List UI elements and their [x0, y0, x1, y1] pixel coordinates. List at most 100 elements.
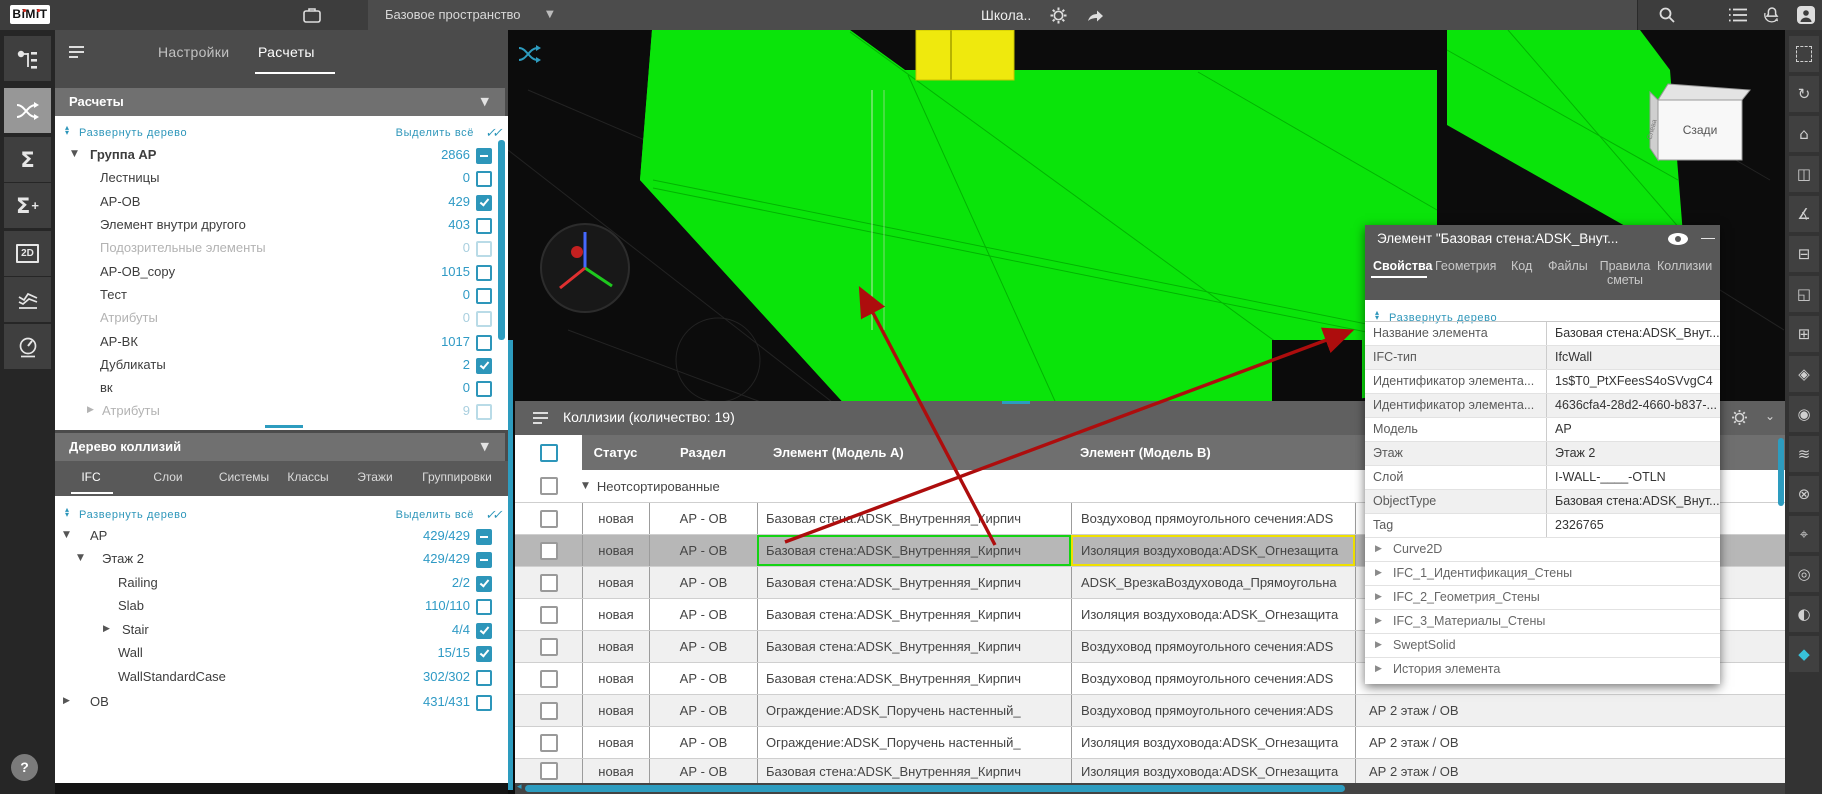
row-checkbox[interactable] [540, 638, 558, 656]
tree-item-checkbox[interactable] [476, 646, 492, 662]
prop-group-row[interactable]: ▶IFC_2_Геометрия_Стены [1365, 586, 1720, 610]
tree-item-label[interactable]: АР [90, 528, 107, 543]
2d-view-tool[interactable]: 2D [4, 231, 51, 276]
tree-item-label[interactable]: WallStandardCase [118, 669, 226, 684]
expand-arrow[interactable]: ▶ [63, 696, 70, 706]
prop-value[interactable]: 4636cfa4-28d2-4660-b837-... [1547, 394, 1720, 417]
horizontal-scrollbar[interactable] [265, 425, 303, 428]
chevron-down-icon[interactable]: ▼ [481, 88, 489, 116]
tab-collisions[interactable]: Коллизии [1657, 259, 1712, 273]
column-header-status[interactable]: Статус [582, 435, 649, 470]
share-icon[interactable] [1086, 7, 1104, 23]
prop-value[interactable]: Базовая стена:ADSK_Внут... [1547, 490, 1720, 513]
sphere-view-tool[interactable]: ◉ [1789, 396, 1819, 432]
tree-item-checkbox[interactable] [476, 552, 492, 568]
tree-item-checkbox[interactable] [476, 529, 492, 545]
expand-tree-icon[interactable]: ▴▾ [1375, 310, 1380, 320]
prop-value[interactable]: АР [1547, 418, 1720, 441]
expand-arrow[interactable]: ▶ [103, 624, 110, 634]
table-row[interactable]: новаяАР - ОВОграждение:ADSK_Поручень нас… [515, 695, 1785, 727]
prop-group-row[interactable]: ▶Curve2D [1365, 538, 1720, 562]
tree-item-label[interactable]: Дубликаты [100, 357, 166, 372]
grid-view-tool[interactable]: ⊞ [1789, 316, 1819, 352]
row-checkbox[interactable] [540, 734, 558, 752]
prop-group-row[interactable]: ▶IFC_3_Материалы_Стены [1365, 610, 1720, 634]
split-view-tool[interactable]: ◫ [1789, 156, 1819, 192]
diamond-tool[interactable]: ◈ [1789, 356, 1819, 392]
project-name[interactable]: Школа.. [981, 0, 1031, 30]
tree-item-checkbox[interactable] [476, 241, 492, 257]
tree-item-label[interactable]: Подозрительные элементы [100, 240, 266, 255]
tab-systems[interactable]: Системы [219, 470, 269, 484]
tree-item-label[interactable]: вк [100, 380, 113, 395]
row-checkbox[interactable] [540, 542, 558, 560]
tab-estimate-rules[interactable]: Правила сметы [1597, 259, 1653, 287]
select-all-link[interactable]: Выделить всё [396, 127, 474, 139]
horizontal-scrollbar-thumb[interactable] [525, 785, 1345, 792]
vertical-scrollbar[interactable] [498, 140, 505, 340]
column-header-section[interactable]: Раздел [649, 435, 757, 470]
expand-tree-link[interactable]: Развернуть дерево [79, 509, 187, 521]
select-all-link[interactable]: Выделить всё [396, 509, 474, 521]
tab-settings[interactable]: Настройки [158, 44, 229, 60]
table-settings-gear-icon[interactable] [1731, 409, 1748, 426]
contrast-tool[interactable]: ◐ [1789, 596, 1819, 632]
tree-item-label[interactable]: Лестницы [100, 170, 159, 185]
table-row[interactable]: новаяАР - ОВОграждение:ADSK_Поручень нас… [515, 727, 1785, 759]
model-cube-tool-active[interactable]: ◆ [1789, 636, 1819, 672]
tree-item-label[interactable]: ОВ [90, 694, 109, 709]
notifications-icon[interactable] [1762, 5, 1782, 25]
tree-item-checkbox[interactable] [476, 218, 492, 234]
collision-shuffle-icon[interactable] [517, 43, 543, 65]
collapse-arrow[interactable]: ▼ [71, 149, 78, 159]
expand-tree-icon[interactable]: ▴▾ [65, 507, 70, 517]
tree-item-label[interactable]: AP-OB_copy [100, 264, 175, 279]
user-profile-icon[interactable] [1796, 5, 1816, 25]
expand-tree-icon[interactable]: ▴▾ [65, 125, 70, 135]
panel-menu-icon[interactable] [69, 46, 84, 58]
briefcase-icon[interactable] [302, 6, 322, 24]
prop-value[interactable]: IfcWall [1547, 346, 1720, 369]
crop-view-tool[interactable]: ◱ [1789, 276, 1819, 312]
tree-item-checkbox[interactable] [476, 335, 492, 351]
tree-item-label[interactable]: Атрибуты [102, 403, 160, 418]
measure-tool[interactable]: ∡ [1789, 196, 1819, 232]
minimize-icon[interactable]: — [1701, 223, 1715, 251]
table-menu-icon[interactable] [533, 412, 548, 424]
target-tool[interactable]: ⌖ [1789, 516, 1819, 552]
row-checkbox[interactable] [540, 510, 558, 528]
group-checkbox[interactable] [540, 477, 558, 495]
tree-item-checkbox[interactable] [476, 623, 492, 639]
tree-item-label[interactable]: Slab [118, 598, 144, 613]
tree-item-checkbox[interactable] [476, 288, 492, 304]
expand-tree-link[interactable]: Развернуть дерево [79, 127, 187, 139]
collapse-table-chevron-icon[interactable]: ⌄ [1765, 409, 1775, 423]
tab-ifc[interactable]: IFC [81, 470, 100, 484]
tree-item-label[interactable]: Railing [118, 575, 158, 590]
charts-tool[interactable] [4, 277, 51, 322]
section-header-collision-tree[interactable]: Дерево коллизий ▼ [55, 433, 505, 461]
list-icon[interactable] [1728, 7, 1748, 23]
tree-item-checkbox[interactable] [476, 695, 492, 711]
eye-icon[interactable] [1667, 232, 1689, 246]
tab-properties[interactable]: Свойства [1373, 259, 1432, 273]
help-button[interactable]: ? [11, 754, 38, 781]
tree-item-checkbox[interactable] [476, 599, 492, 615]
workspace-selector[interactable]: Базовое пространство [385, 0, 521, 30]
tree-item-label[interactable]: Этаж 2 [102, 551, 144, 566]
tree-item-label[interactable]: Тест [100, 287, 127, 302]
tab-geometry[interactable]: Геометрия [1435, 259, 1496, 273]
tab-layers[interactable]: Слои [153, 470, 182, 484]
prop-group-row[interactable]: ▶SweptSolid [1365, 634, 1720, 658]
tree-item-checkbox[interactable] [476, 358, 492, 374]
select-region-tool[interactable] [1789, 36, 1819, 72]
row-checkbox[interactable] [540, 702, 558, 720]
tree-item-label[interactable]: Группа АР [90, 147, 156, 162]
tree-item-checkbox[interactable] [476, 148, 492, 164]
disable-tool[interactable]: ⊗ [1789, 476, 1819, 512]
tree-item-checkbox[interactable] [476, 195, 492, 211]
row-checkbox[interactable] [540, 574, 558, 592]
prop-value[interactable]: 1s$T0_PtXFeesS4oSVvgC4 [1547, 370, 1720, 393]
focus-tool[interactable]: ◎ [1789, 556, 1819, 592]
search-icon[interactable] [1658, 6, 1676, 24]
